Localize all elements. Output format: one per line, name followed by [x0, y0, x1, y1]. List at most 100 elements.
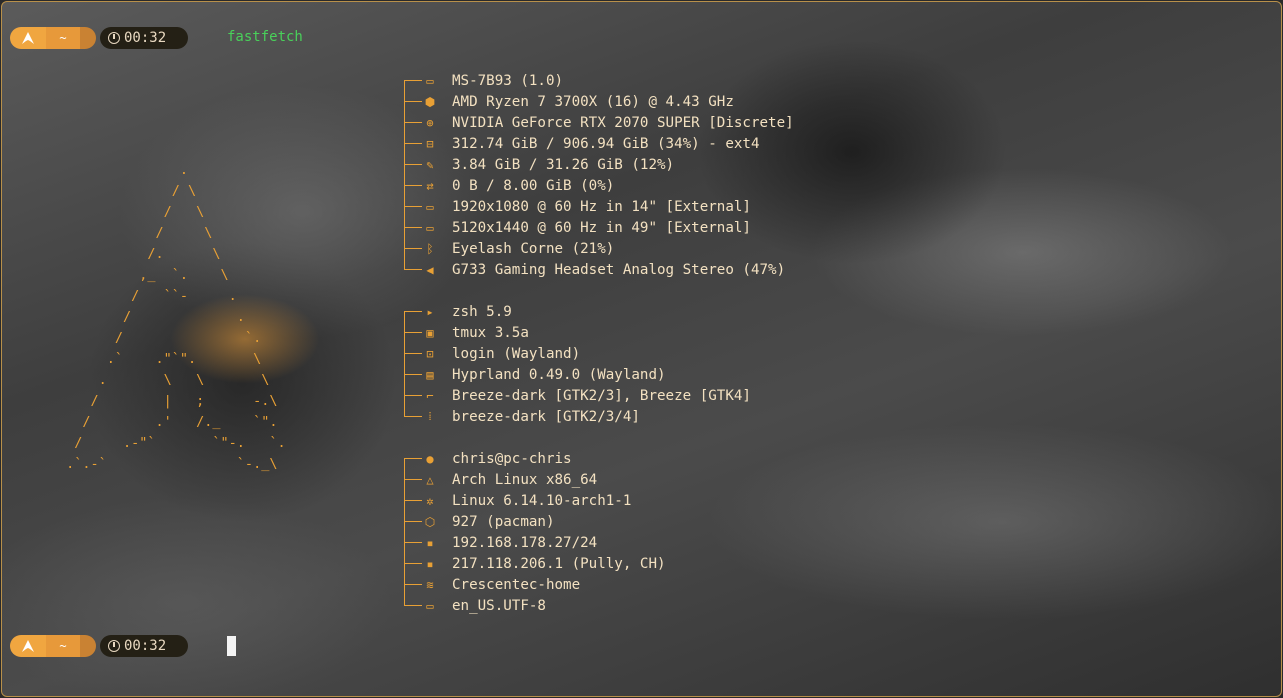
info-row: ▭ MS-7B93 (1.0) [400, 70, 820, 91]
tree-branch [400, 406, 422, 427]
info-row: ▣ tmux 3.5a [400, 322, 820, 343]
info-row: ▭ en_US.UTF-8 [400, 595, 820, 616]
info-row: ✲ Linux 6.14.10-arch1-1 [400, 490, 820, 511]
tree-branch [400, 469, 422, 490]
info-value: Eyelash Corne (21%) [452, 240, 615, 257]
tree-branch [400, 259, 422, 280]
tree-branch [400, 112, 422, 133]
tree-branch [400, 238, 422, 259]
info-row: ⊕ NVIDIA GeForce RTX 2070 SUPER [Discrete… [400, 112, 820, 133]
info-value: 1920x1080 @ 60 Hz in 14" [External] [452, 198, 751, 215]
prompt-time-text: 00:32 [124, 638, 167, 654]
command-text: fastfetch [227, 29, 303, 45]
tux-icon: △ [426, 472, 434, 487]
gpu-icon: ⊕ [426, 115, 434, 130]
info-value: breeze-dark [GTK2/3/4] [452, 408, 640, 425]
tree-branch [400, 217, 422, 238]
info-value: Crescentec-home [452, 576, 581, 593]
info-row: ⊡ login (Wayland) [400, 343, 820, 364]
tree-branch [400, 553, 422, 574]
info-value: Hyprland 0.49.0 (Wayland) [452, 366, 666, 383]
info-row: ⬢ AMD Ryzen 7 3700X (16) @ 4.43 GHz [400, 91, 820, 112]
prompt-directory: ~ [46, 635, 80, 657]
info-row: ● chris@pc-chris [400, 448, 820, 469]
monitor-icon: ▭ [426, 199, 434, 214]
tree-branch [400, 196, 422, 217]
info-value: zsh 5.9 [452, 303, 512, 320]
prompt-line-top: ~ 00:32 [10, 27, 188, 49]
info-value: en_US.UTF-8 [452, 597, 546, 614]
tree-branch [400, 154, 422, 175]
info-value: NVIDIA GeForce RTX 2070 SUPER [Discrete] [452, 114, 794, 131]
info-row: ⬡ 927 (pacman) [400, 511, 820, 532]
info-value: 312.74 GiB / 906.94 GiB (34%) - ext4 [452, 135, 760, 152]
info-row: ▭ 5120x1440 @ 60 Hz in 49" [External] [400, 217, 820, 238]
info-row: ◀ G733 Gaming Headset Analog Stereo (47%) [400, 259, 820, 280]
tree-branch [400, 343, 422, 364]
public-ip-icon: ▪ [426, 556, 434, 571]
prompt-time: 00:32 [100, 27, 188, 49]
info-row: ⇄ 0 B / 8.00 GiB (0%) [400, 175, 820, 196]
info-row: ▪ 217.118.206.1 (Pully, CH) [400, 553, 820, 574]
info-value: chris@pc-chris [452, 450, 572, 467]
tree-branch [400, 133, 422, 154]
info-value: 0 B / 8.00 GiB (0%) [452, 177, 615, 194]
wifi-icon: ≋ [426, 577, 434, 592]
disk-icon: ⊟ [426, 136, 434, 151]
info-row: ⊟ 312.74 GiB / 906.94 GiB (34%) - ext4 [400, 133, 820, 154]
monitor-icon: ▭ [426, 220, 434, 235]
tree-branch [400, 364, 422, 385]
info-row: ≋ Crescentec-home [400, 574, 820, 595]
info-value: G733 Gaming Headset Analog Stereo (47%) [452, 261, 786, 278]
info-row: ᛒ Eyelash Corne (21%) [400, 238, 820, 259]
tree-branch [400, 385, 422, 406]
info-value: AMD Ryzen 7 3700X (16) @ 4.43 GHz [452, 93, 734, 110]
info-value: tmux 3.5a [452, 324, 529, 341]
info-row: ⁞ breeze-dark [GTK2/3/4] [400, 406, 820, 427]
tree-branch [400, 511, 422, 532]
arch-logo-icon [10, 27, 46, 49]
cpu-icon: ⬢ [424, 94, 436, 109]
prompt-time-text: 00:32 [124, 30, 167, 46]
laptop-icon: ▭ [426, 73, 434, 88]
tree-branch [400, 70, 422, 91]
arch-ascii-logo: . / \ / \ / \ /. \ ,_ `. \ / ``- . / . /… [66, 162, 286, 472]
tree-branch [400, 175, 422, 196]
terminal-window[interactable]: ~ 00:32 fastfetch . / \ / \ / \ /. \ ,_ … [1, 1, 1282, 697]
tree-branch [400, 595, 422, 616]
kernel-gear-icon: ✲ [426, 493, 434, 508]
prompt-time: 00:32 [100, 635, 188, 657]
clock-icon [108, 32, 120, 44]
info-value: 217.118.206.1 (Pully, CH) [452, 555, 666, 572]
info-value: 3.84 GiB / 31.26 GiB (12%) [452, 156, 675, 173]
user-icon: ● [426, 451, 434, 466]
info-value: 927 (pacman) [452, 513, 555, 530]
window-manager-icon: ▤ [426, 367, 434, 382]
info-value: Linux 6.14.10-arch1-1 [452, 492, 632, 509]
tree-branch [400, 490, 422, 511]
info-value: 192.168.178.27/24 [452, 534, 598, 551]
local-ip-icon: ▪ [426, 535, 434, 550]
info-value: Arch Linux x86_64 [452, 471, 598, 488]
clock-icon [108, 640, 120, 652]
prompt-segment-tail [80, 635, 96, 657]
bluetooth-icon: ᛒ [426, 241, 434, 256]
login-icon: ⊡ [426, 346, 434, 361]
prompt-directory: ~ [46, 27, 80, 49]
info-row: ▪ 192.168.178.27/24 [400, 532, 820, 553]
speaker-icon: ◀ [426, 262, 434, 277]
theme-brush-icon: ⌐ [426, 388, 434, 403]
icons-grid-icon: ⁞ [428, 409, 432, 423]
tree-branch [400, 91, 422, 112]
info-row: ▭ 1920x1080 @ 60 Hz in 14" [External] [400, 196, 820, 217]
tree-branch [400, 301, 422, 322]
locale-icon: ▭ [426, 598, 434, 613]
shell-icon: ▸ [426, 304, 434, 319]
info-row: ▸ zsh 5.9 [400, 301, 820, 322]
prompt-segment-tail [80, 27, 96, 49]
terminal-icon: ▣ [426, 325, 434, 340]
tree-branch [400, 448, 422, 469]
package-icon: ⬡ [424, 514, 436, 529]
text-cursor[interactable] [227, 636, 236, 656]
memory-icon: ✎ [426, 157, 434, 172]
